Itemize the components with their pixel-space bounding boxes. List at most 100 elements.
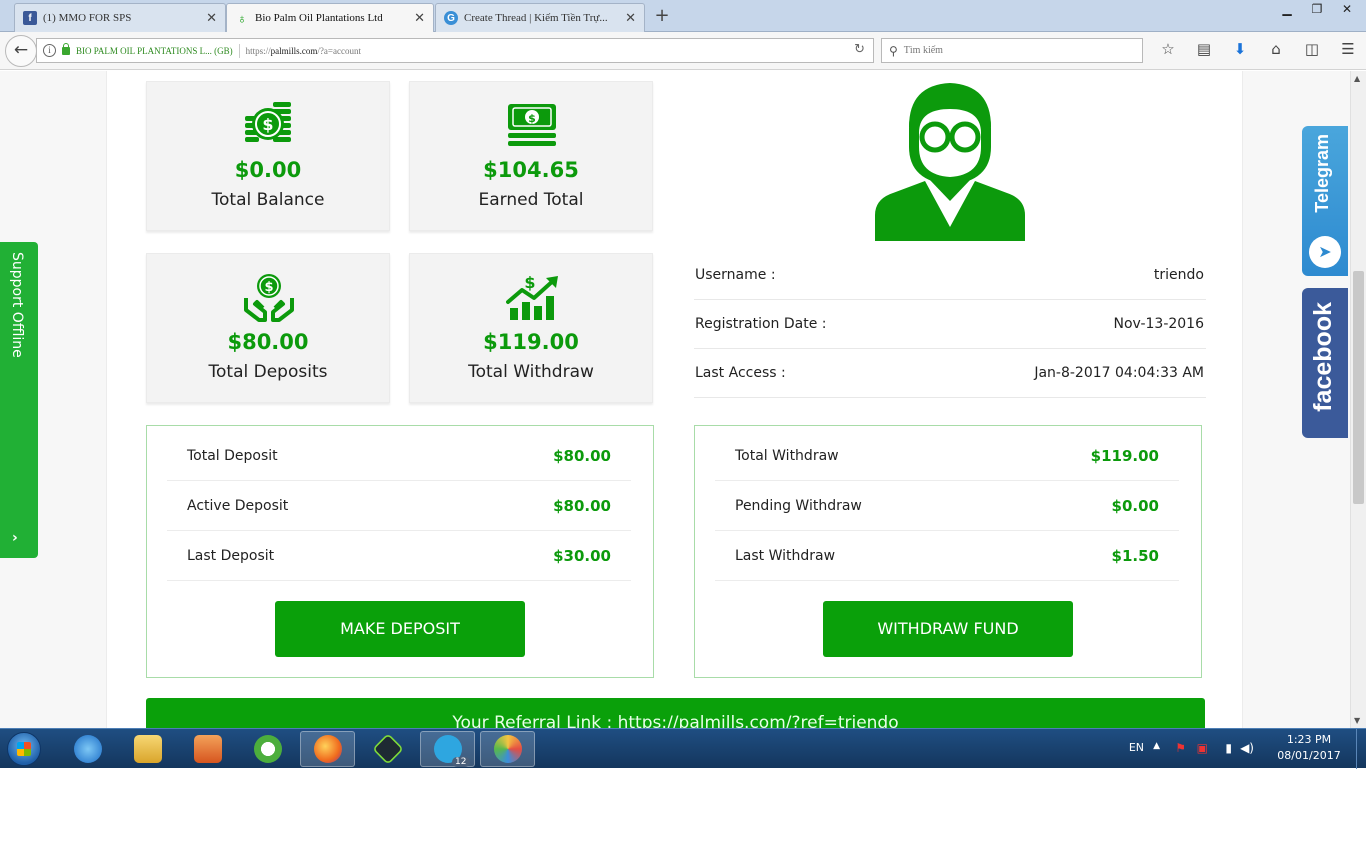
search-input[interactable]: ⚲ Tìm kiếm: [881, 38, 1143, 63]
taskbar-coccoc[interactable]: [240, 731, 295, 767]
url-text[interactable]: https://palmills.com/?a=account: [246, 46, 361, 56]
withdraw-fund-button[interactable]: WITHDRAW FUND: [823, 601, 1073, 657]
total-balance-amount: $0.00: [234, 158, 302, 182]
telegram-plane-icon: ➤: [1309, 236, 1341, 268]
svg-text:$: $: [528, 112, 536, 125]
telegram-label: Telegram: [1312, 134, 1332, 213]
row-label: Active Deposit: [187, 498, 289, 514]
address-bar[interactable]: i BIO PALM OIL PLANTATIONS L... (GB) htt…: [36, 38, 874, 63]
total-withdraw-card: $ $119.00 Total Withdraw: [409, 253, 653, 403]
pocket-icon[interactable]: ◫: [1294, 40, 1330, 58]
close-icon[interactable]: ✕: [625, 11, 636, 26]
close-icon[interactable]: ✕: [414, 11, 425, 26]
referral-link-bar[interactable]: Your Referral Link : https://palmills.co…: [146, 698, 1205, 728]
tab-bio-palm-oil[interactable]: ♁ Bio Palm Oil Plantations Ltd ✕: [226, 3, 434, 32]
last-access-row: Last Access : Jan-8-2017 04:04:33 AM: [694, 349, 1206, 398]
row-value: $0.00: [1111, 497, 1159, 515]
signal-icon[interactable]: ▮: [1225, 741, 1232, 755]
row-value: $1.50: [1111, 547, 1159, 565]
total-deposits-label: Total Deposits: [208, 362, 328, 382]
site-identity[interactable]: BIO PALM OIL PLANTATIONS L... (GB): [76, 46, 233, 56]
total-deposits-amount: $80.00: [227, 330, 309, 354]
back-button[interactable]: ←: [5, 35, 37, 67]
restore-icon[interactable]: ❐: [1306, 2, 1328, 16]
facebook-label: facebook: [1309, 302, 1337, 412]
svg-text:$: $: [262, 115, 273, 134]
tab-title: Bio Palm Oil Plantations Ltd: [255, 12, 383, 24]
folder-icon: [133, 735, 162, 763]
firefox-icon: [313, 735, 342, 763]
tab-create-thread[interactable]: G Create Thread | Kiếm Tiền Trự... ✕: [435, 3, 645, 32]
taskbar-explorer[interactable]: [120, 731, 175, 767]
minimize-icon[interactable]: ▁: [1276, 2, 1298, 16]
pending-withdraw-row: Pending Withdraw $0.00: [715, 481, 1179, 531]
account-content: $ $0.00 Total Balance $ $104.65 Earned T…: [106, 71, 1243, 728]
scroll-down-icon[interactable]: ▼: [1354, 716, 1360, 725]
menu-icon[interactable]: ☰: [1330, 40, 1366, 58]
start-button[interactable]: [7, 732, 41, 766]
clock-time: 1:23 PM: [1286, 733, 1332, 746]
reload-icon[interactable]: ↻: [854, 42, 865, 57]
reading-list-icon[interactable]: ▤: [1186, 40, 1222, 58]
support-offline-tab[interactable]: Support Offline ›: [0, 242, 38, 558]
user-avatar-icon: [875, 83, 1025, 241]
chevron-right-icon: ›: [12, 530, 18, 546]
power-icon[interactable]: ▣: [1197, 741, 1208, 755]
username-value: triendo: [1153, 267, 1204, 283]
row-value: $30.00: [553, 547, 611, 565]
support-label: Support Offline: [9, 252, 25, 358]
facebook-widget[interactable]: facebook: [1302, 288, 1348, 438]
new-tab-button[interactable]: +: [650, 5, 674, 27]
taskbar-internet-explorer[interactable]: [60, 731, 115, 767]
total-withdraw-amount: $119.00: [483, 330, 579, 354]
toolbar-icons: ☆ ▤ ⬇ ⌂ ◫ ☰: [1150, 40, 1366, 58]
scroll-thumb[interactable]: [1353, 271, 1364, 504]
username-label: Username :: [695, 267, 776, 283]
scroll-up-icon[interactable]: ▲: [1354, 74, 1360, 83]
download-icon[interactable]: ⬇: [1222, 40, 1258, 58]
info-icon[interactable]: i: [43, 44, 56, 57]
taskbar-nox[interactable]: [360, 731, 415, 767]
nox-player-icon: [371, 733, 404, 765]
bookmark-star-icon[interactable]: ☆: [1150, 40, 1186, 58]
vertical-scrollbar[interactable]: ▲ ▼: [1350, 71, 1366, 728]
row-label: Pending Withdraw: [735, 498, 862, 514]
close-icon[interactable]: ✕: [206, 11, 217, 26]
row-label: Last Deposit: [187, 548, 275, 564]
withdraw-summary-panel: Total Withdraw $119.00 Pending Withdraw …: [694, 425, 1202, 678]
row-label: Total Withdraw: [735, 448, 839, 464]
action-center-icon[interactable]: ⚑: [1175, 741, 1186, 755]
registration-date-value: Nov-13-2016: [1113, 316, 1205, 332]
window-controls: ▁ ❐ ✕: [1276, 2, 1358, 16]
url-path: /?a=account: [317, 45, 361, 56]
taskbar-media-player[interactable]: [180, 731, 235, 767]
registration-date-row: Registration Date : Nov-13-2016: [694, 300, 1206, 349]
make-deposit-button[interactable]: MAKE DEPOSIT: [275, 601, 525, 657]
show-desktop-button[interactable]: [1356, 729, 1366, 769]
show-hidden-icons[interactable]: ▲: [1153, 741, 1160, 751]
earned-total-label: Earned Total: [478, 190, 584, 210]
row-value: $119.00: [1090, 447, 1159, 465]
tab-mmo-for-sps[interactable]: f (1) MMO FOR SPS ✕: [14, 3, 226, 32]
svg-text:$: $: [264, 280, 273, 295]
total-balance-label: Total Balance: [211, 190, 325, 210]
last-access-value: Jan-8-2017 04:04:33 AM: [1034, 365, 1204, 381]
telegram-widget[interactable]: Telegram ➤: [1302, 126, 1348, 276]
search-placeholder: Tìm kiếm: [903, 45, 943, 56]
lock-icon[interactable]: [62, 42, 70, 55]
clock[interactable]: 1:23 PM 08/01/2017: [1274, 732, 1344, 764]
taskbar-firefox[interactable]: [300, 731, 355, 767]
row-value: $80.00: [553, 447, 611, 465]
volume-icon[interactable]: ◀): [1240, 741, 1254, 755]
taskbar-telegram[interactable]: 12: [420, 731, 475, 767]
svg-text:$: $: [524, 273, 535, 292]
globe-icon: G: [444, 11, 458, 25]
tab-title: (1) MMO FOR SPS: [43, 12, 132, 24]
home-icon[interactable]: ⌂: [1258, 40, 1294, 58]
username-row: Username : triendo: [694, 251, 1206, 300]
close-window-icon[interactable]: ✕: [1336, 2, 1358, 16]
taskbar-paint[interactable]: [480, 731, 535, 767]
last-access-label: Last Access :: [695, 365, 786, 381]
deposit-summary-panel: Total Deposit $80.00 Active Deposit $80.…: [146, 425, 654, 678]
language-indicator[interactable]: EN: [1129, 741, 1144, 754]
